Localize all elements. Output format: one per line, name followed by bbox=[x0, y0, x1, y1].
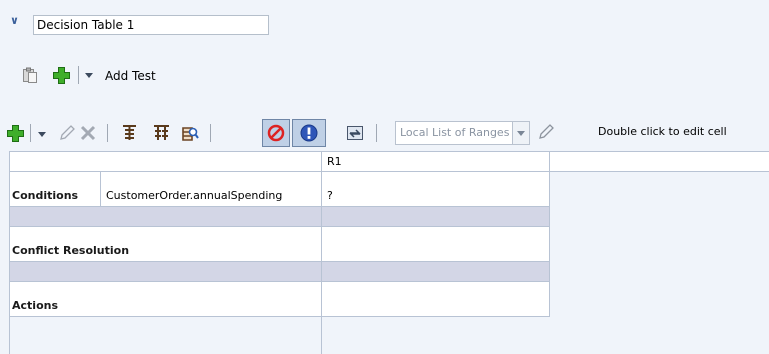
add-test-dropdown-arrow-icon[interactable] bbox=[85, 73, 93, 78]
header-row bbox=[9, 151, 549, 171]
add-test-plus-icon[interactable] bbox=[52, 66, 71, 85]
collapse-chevron-icon[interactable]: ∨ bbox=[10, 14, 24, 28]
add-dropdown-arrow-icon[interactable] bbox=[38, 132, 46, 137]
toolbar-separator bbox=[376, 124, 377, 142]
split-column-icon[interactable] bbox=[152, 123, 171, 142]
condition-value-cell[interactable]: ? bbox=[327, 189, 333, 203]
paste-icon[interactable] bbox=[22, 67, 38, 83]
rule-header-r1[interactable]: R1 bbox=[327, 155, 342, 169]
header-row-extension bbox=[549, 151, 769, 171]
inspect-table-icon[interactable] bbox=[181, 123, 199, 142]
convert-table-icon[interactable] bbox=[346, 124, 364, 142]
warning-icon bbox=[300, 124, 318, 142]
toolbar-separator bbox=[30, 124, 31, 142]
actions-row[interactable] bbox=[9, 281, 549, 316]
toolbar-separator bbox=[107, 124, 108, 142]
prohibit-toggle-button[interactable] bbox=[262, 119, 290, 147]
conditions-label: Conditions bbox=[12, 189, 79, 202]
decision-table-grid: R1 Conditions CustomerOrder.annualSpendi… bbox=[9, 151, 769, 354]
delete-x-icon[interactable] bbox=[79, 124, 97, 142]
select-arrow-icon[interactable] bbox=[512, 122, 529, 144]
warning-toggle-button[interactable] bbox=[292, 119, 326, 147]
add-test-button[interactable]: Add Test bbox=[105, 68, 156, 84]
separator-band bbox=[9, 261, 549, 281]
conflict-resolution-label: Conflict Resolution bbox=[12, 244, 130, 257]
edit-hint-text: Double click to edit cell bbox=[598, 125, 727, 138]
range-type-select-value: Local List of Ranges bbox=[400, 126, 510, 139]
prohibit-icon bbox=[267, 124, 285, 142]
decision-table-name-field[interactable]: Decision Table 1 bbox=[33, 15, 269, 35]
toolbar-separator bbox=[210, 124, 211, 142]
edit-range-pencil-icon[interactable] bbox=[537, 123, 555, 141]
toolbar-separator bbox=[78, 66, 79, 84]
actions-label: Actions bbox=[12, 299, 58, 312]
range-type-select[interactable]: Local List of Ranges bbox=[395, 121, 530, 145]
condition-expression-cell[interactable]: CustomerOrder.annualSpending bbox=[106, 189, 282, 203]
separator-band bbox=[9, 206, 549, 226]
edit-pencil-icon[interactable] bbox=[58, 124, 76, 142]
insert-column-icon[interactable] bbox=[121, 123, 138, 142]
add-plus-icon[interactable] bbox=[6, 124, 25, 143]
